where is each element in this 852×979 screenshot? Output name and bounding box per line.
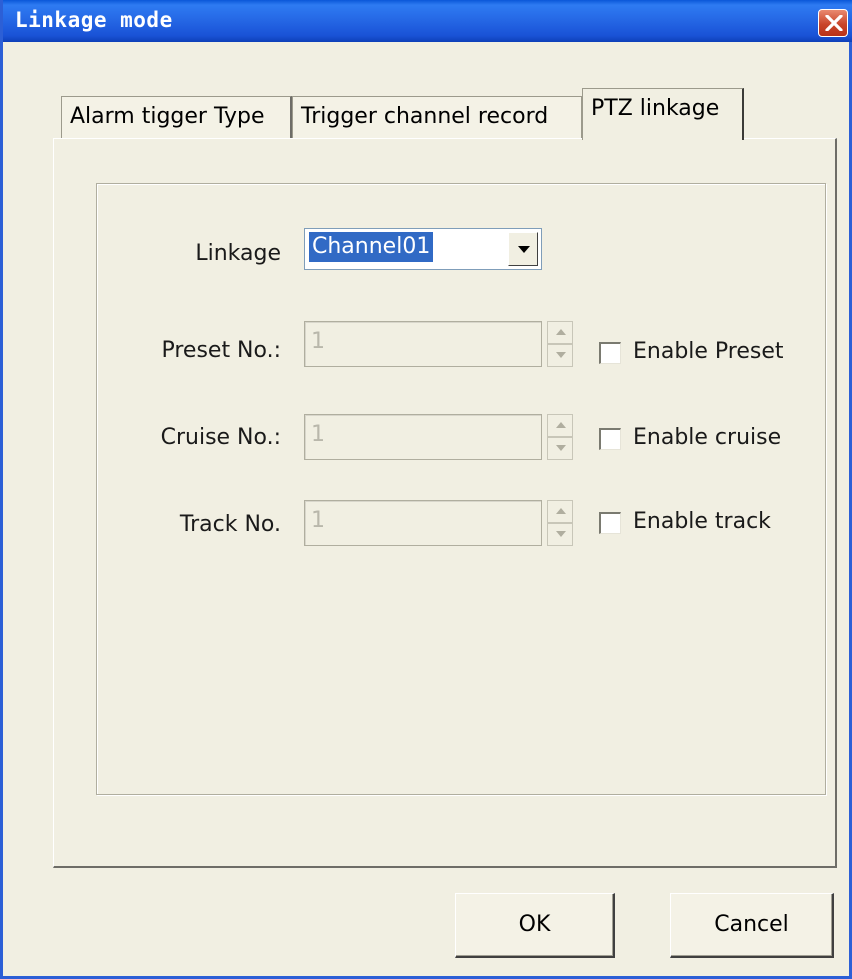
tab-label: PTZ linkage [591, 96, 720, 121]
title-bar[interactable]: Linkage mode [3, 0, 852, 42]
window-title: Linkage mode [15, 8, 173, 32]
tab-trigger-channel-record[interactable]: Trigger channel record [292, 96, 582, 138]
tab-label: Alarm tigger Type [70, 104, 265, 129]
tab-alarm-trigger-type[interactable]: Alarm tigger Type [61, 96, 292, 138]
tab-panel-ptz-linkage [53, 138, 837, 868]
tab-label: Trigger channel record [301, 104, 549, 129]
group-box [96, 183, 826, 795]
ok-button[interactable]: OK [455, 893, 615, 958]
linkage-mode-dialog: Linkage mode Alarm tigger Type Trigger c… [0, 0, 852, 979]
close-button[interactable] [818, 9, 848, 37]
cancel-button[interactable]: Cancel [670, 893, 834, 958]
close-icon [825, 15, 843, 31]
tab-ptz-linkage[interactable]: PTZ linkage [582, 88, 744, 140]
